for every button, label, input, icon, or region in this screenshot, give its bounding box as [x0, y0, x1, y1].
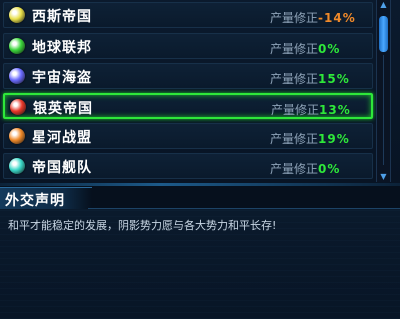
faction-orb-icon — [9, 38, 25, 54]
production-modifier: 产量修正-14% — [270, 9, 356, 26]
modifier-value: 15% — [318, 72, 350, 86]
panel-divider — [0, 183, 400, 186]
faction-orb-icon — [10, 99, 26, 115]
modifier-label: 产量修正 — [271, 103, 320, 117]
list-scrollbar[interactable]: ▲ ▼ — [376, 0, 391, 182]
modifier-label: 产量修正 — [270, 162, 319, 176]
modifier-value: 0% — [318, 162, 341, 176]
production-modifier: 产量修正13% — [271, 101, 351, 118]
modifier-label: 产量修正 — [270, 132, 319, 146]
faction-name: 西斯帝国 — [32, 9, 92, 25]
modifier-label: 产量修正 — [270, 11, 319, 25]
modifier-label: 产量修正 — [270, 42, 319, 56]
faction-row[interactable]: 星河战盟 产量修正19% — [3, 123, 373, 149]
faction-name: 银英帝国 — [33, 101, 93, 117]
faction-name: 宇宙海盗 — [32, 70, 92, 86]
diplomacy-tab: 外交声明 — [0, 187, 92, 210]
faction-orb-icon — [9, 7, 25, 23]
production-modifier: 产量修正15% — [270, 70, 350, 87]
faction-row[interactable]: 宇宙海盗 产量修正15% — [3, 63, 373, 89]
modifier-value: 0% — [318, 42, 341, 56]
faction-name: 星河战盟 — [32, 130, 92, 146]
modifier-value: -14% — [318, 11, 356, 25]
diplomacy-text: 和平才能稳定的发展，阴影势力愿与各大势力和平长存! — [8, 219, 277, 232]
production-modifier: 产量修正19% — [270, 130, 350, 147]
production-modifier: 产量修正0% — [270, 160, 340, 177]
modifier-label: 产量修正 — [270, 72, 319, 86]
scroll-down-arrow-icon[interactable]: ▼ — [377, 172, 390, 182]
scroll-up-arrow-icon[interactable]: ▲ — [377, 0, 390, 10]
faction-list: 西斯帝国 产量修正-14% 地球联邦 产量修正0% 宇宙海盗 产量修正15% 银英帝国 产量修… — [0, 0, 400, 185]
faction-row[interactable]: 地球联邦 产量修正0% — [3, 33, 373, 59]
modifier-value: 19% — [318, 132, 350, 146]
faction-row[interactable]: 银英帝国 产量修正13% — [3, 93, 373, 119]
diplomacy-panel: 和平才能稳定的发展，阴影势力愿与各大势力和平长存! — [0, 209, 400, 319]
faction-name: 地球联邦 — [32, 40, 92, 56]
scroll-thumb[interactable] — [379, 16, 388, 52]
faction-orb-icon — [9, 128, 25, 144]
faction-orb-icon — [9, 68, 25, 84]
production-modifier: 产量修正0% — [270, 40, 340, 57]
faction-row[interactable]: 帝国舰队 产量修正0% — [3, 153, 373, 179]
modifier-value: 13% — [319, 103, 351, 117]
scroll-track — [383, 55, 384, 165]
faction-orb-icon — [9, 158, 25, 174]
diplomacy-title: 外交声明 — [5, 193, 65, 209]
faction-name: 帝国舰队 — [32, 160, 92, 176]
faction-row[interactable]: 西斯帝国 产量修正-14% — [3, 2, 373, 28]
